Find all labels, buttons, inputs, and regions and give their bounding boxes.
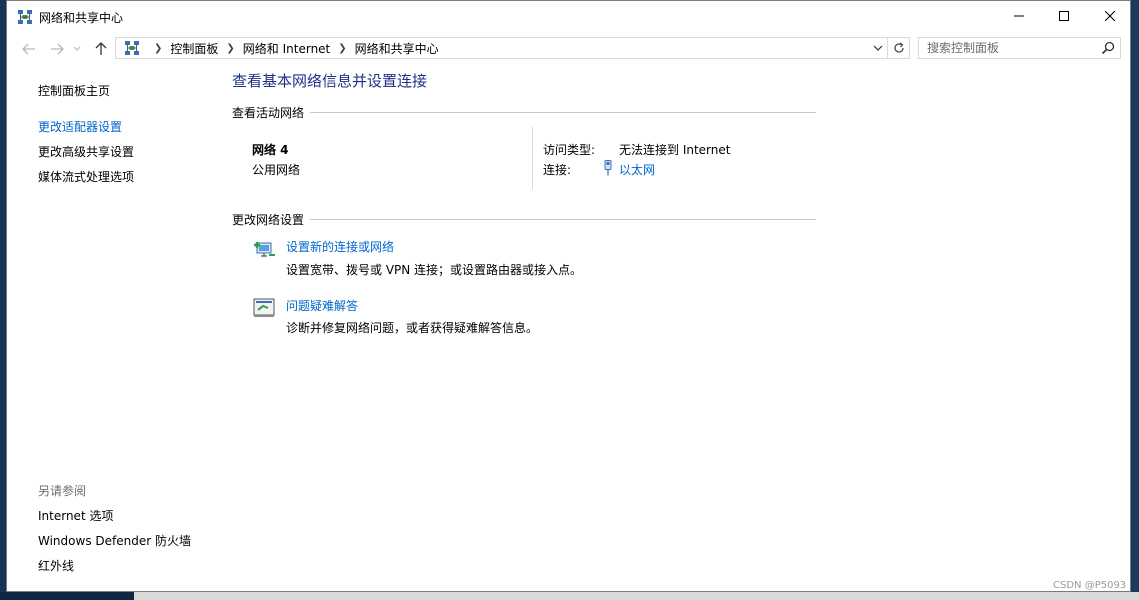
setup-new-connection-link[interactable]: 设置新的连接或网络: [286, 238, 394, 255]
refresh-icon: [893, 42, 904, 53]
access-type-value: 无法连接到 Internet: [619, 143, 731, 157]
title-bar: 网络和共享中心: [7, 1, 1130, 33]
access-type-label: 访问类型:: [543, 143, 596, 157]
section-divider: [310, 219, 817, 220]
advanced-sharing-settings-link[interactable]: 更改高级共享设置: [38, 143, 134, 160]
desktop-dark-region: [0, 592, 134, 600]
maximize-icon: [1059, 11, 1069, 21]
back-button[interactable]: [19, 39, 39, 59]
arrow-right-icon: [51, 43, 64, 55]
section-heading: 查看活动网络: [232, 106, 305, 120]
minimize-button[interactable]: [996, 1, 1042, 31]
address-bar[interactable]: ❯ 控制面板 ❯ 网络和 Internet ❯ 网络和共享中心: [115, 37, 888, 59]
section-divider: [310, 112, 817, 113]
recent-locations-button[interactable]: [71, 39, 83, 59]
address-dropdown-button[interactable]: [870, 40, 886, 56]
setup-new-connection-desc: 设置宽带、拨号或 VPN 连接；或设置路由器或接入点。: [286, 263, 583, 277]
change-adapter-settings-link[interactable]: 更改适配器设置: [38, 118, 122, 135]
arrow-up-icon: [95, 42, 107, 55]
see-also-heading: 另请参阅: [38, 484, 87, 498]
network-category-link: 公用网络: [252, 163, 301, 177]
troubleshoot-problems-link[interactable]: 问题疑难解答: [286, 297, 358, 314]
ethernet-connection-link[interactable]: 以太网: [619, 161, 655, 178]
maximize-button[interactable]: [1041, 1, 1087, 31]
section-heading: 更改网络设置: [232, 213, 305, 227]
close-icon: [1105, 11, 1115, 21]
watermark: CSDN @P5093: [1053, 580, 1127, 591]
change-settings-section: 更改网络设置: [232, 211, 817, 228]
window-title: 网络和共享中心: [39, 11, 124, 25]
vertical-divider: [532, 127, 533, 189]
connections-label: 连接:: [543, 163, 572, 177]
ethernet-icon: [604, 160, 612, 176]
search-input[interactable]: [927, 40, 1097, 56]
network-setup-icon: [254, 242, 275, 257]
chevron-down-icon: [73, 46, 81, 51]
control-panel-home-link[interactable]: 控制面板主页: [38, 82, 110, 99]
chevron-down-icon: [873, 45, 883, 51]
minimize-icon: [1014, 15, 1024, 17]
network-center-icon: [18, 10, 32, 24]
active-networks-section: 查看活动网络: [232, 104, 817, 121]
close-button[interactable]: [1087, 1, 1133, 31]
defender-firewall-link[interactable]: Windows Defender 防火墙: [38, 532, 191, 549]
breadcrumb-item[interactable]: 网络和共享中心: [355, 40, 439, 57]
desktop-bottom-strip: [0, 592, 1139, 600]
chevron-right-icon[interactable]: ❯: [338, 43, 346, 54]
chevron-right-icon[interactable]: ❯: [154, 43, 162, 54]
page-title: 查看基本网络信息并设置连接: [232, 72, 428, 90]
infrared-link[interactable]: 红外线: [38, 557, 74, 574]
arrow-left-icon: [22, 43, 35, 55]
breadcrumb-item[interactable]: 控制面板: [170, 40, 218, 57]
troubleshoot-problems-desc: 诊断并修复网络问题，或者获得疑难解答信息。: [286, 321, 539, 335]
network-sharing-center-window: 网络和共享中心 ❯ 控制面板 ❯ 网络和 Internet ❯ 网络和共享中心 …: [6, 0, 1131, 592]
search-icon[interactable]: [1101, 41, 1115, 55]
network-name: 网络 4: [252, 143, 289, 157]
internet-options-link[interactable]: Internet 选项: [38, 507, 113, 524]
media-streaming-options-link[interactable]: 媒体流式处理选项: [38, 168, 134, 185]
up-button[interactable]: [91, 39, 111, 59]
chevron-right-icon[interactable]: ❯: [226, 43, 234, 54]
refresh-button[interactable]: [888, 37, 910, 59]
breadcrumb-item[interactable]: 网络和 Internet: [243, 40, 330, 57]
search-box[interactable]: [918, 37, 1121, 59]
troubleshoot-icon: [253, 298, 275, 317]
forward-button[interactable]: [47, 39, 67, 59]
network-center-icon: [125, 41, 139, 55]
